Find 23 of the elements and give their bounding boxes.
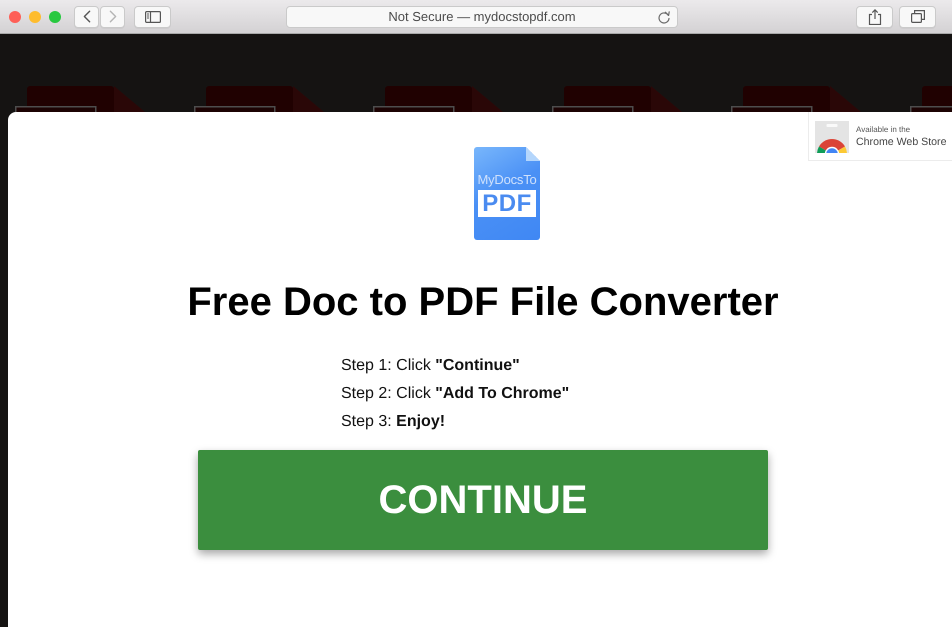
share-button[interactable] (856, 6, 893, 28)
logo-text: MyDocsTo (476, 172, 538, 188)
logo-label: PDF (478, 190, 536, 217)
sidebar-icon (144, 10, 160, 22)
step-text: Step 3: Enjoy! (341, 412, 446, 432)
step-text: Step 2: Click "Add To Chrome" (341, 384, 570, 404)
tabs-button[interactable] (899, 6, 936, 28)
continue-button[interactable]: CONTINUE (198, 450, 768, 550)
chevron-left-icon (82, 10, 92, 23)
reload-icon[interactable] (658, 10, 670, 24)
web-store-icon (815, 121, 849, 153)
back-button[interactable] (74, 6, 99, 28)
chevron-right-icon (108, 10, 118, 23)
tabs-icon (910, 10, 924, 23)
step-text: Step 1: Click "Continue" (341, 356, 521, 376)
share-icon (868, 8, 882, 24)
store-badge-link[interactable]: Available in the Chrome Web Store (808, 112, 952, 161)
address-bar[interactable]: Not Secure — mydocstopdf.com (286, 6, 678, 28)
badge-store-name: Chrome Web Store (856, 135, 946, 149)
page-title: Free Doc to PDF File Converter (187, 279, 779, 325)
sidebar-button[interactable] (134, 6, 171, 28)
badge-caption: Available in the (856, 125, 912, 135)
address-text: Not Secure — mydocstopdf.com (388, 8, 576, 26)
